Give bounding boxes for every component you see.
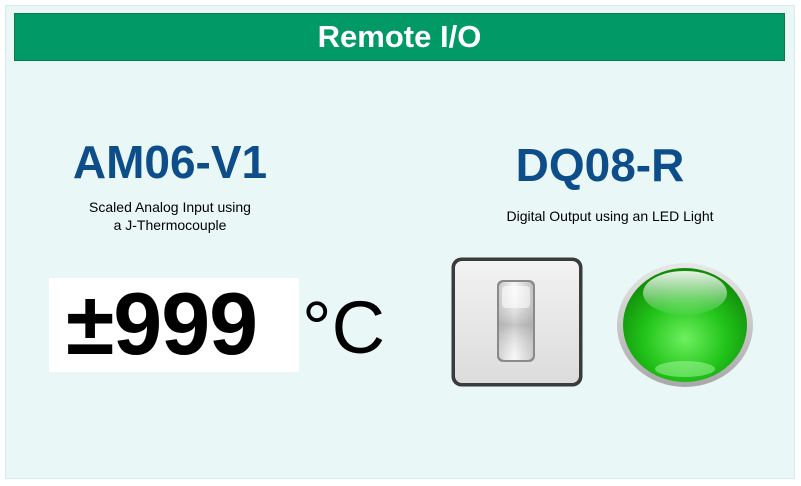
analog-module-description-line1: Scaled Analog Input using: [89, 199, 251, 215]
analog-module-name: AM06-V1: [72, 136, 268, 188]
hmi-panel: [5, 5, 795, 479]
toggle-switch-icon: [451, 257, 583, 387]
output-led: [615, 261, 755, 389]
output-toggle-switch[interactable]: [450, 256, 584, 388]
led-light-icon: [617, 263, 753, 387]
page-title: Remote I/O: [14, 13, 785, 61]
temperature-value: ±999: [66, 274, 258, 373]
temperature-unit: °C: [302, 286, 386, 369]
analog-module-description-line2: a J-Thermocouple: [113, 217, 227, 233]
digital-module-description: Digital Output using an LED Light: [506, 208, 714, 224]
digital-module-name: DQ08-R: [515, 139, 685, 191]
